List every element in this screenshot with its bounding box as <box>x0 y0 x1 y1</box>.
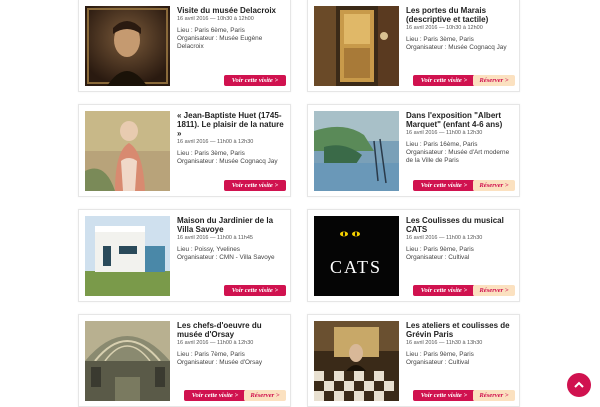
reserve-button[interactable]: Réserver > <box>473 75 515 86</box>
view-visit-button[interactable]: Voir cette visite > <box>224 180 286 191</box>
event-thumbnail-grevin[interactable] <box>314 321 399 401</box>
view-visit-button[interactable]: Voir cette visite > <box>184 390 246 401</box>
event-thumbnail-villa-savoye[interactable] <box>85 216 170 296</box>
event-card: Les chefs-d'oeuvre du musée d'Orsay 16 a… <box>78 314 291 407</box>
event-date: 16 avril 2016 — 11h00 à 12h30 <box>177 340 254 346</box>
event-title[interactable]: Visite du musée Delacroix <box>177 6 289 15</box>
event-thumbnail-marquet-painting[interactable] <box>314 111 399 191</box>
event-title[interactable]: « Jean-Baptiste Huet (1745-1811). Le pla… <box>177 111 289 138</box>
event-card: « Jean-Baptiste Huet (1745-1811). Le pla… <box>78 104 291 197</box>
scroll-to-top-button[interactable] <box>567 373 591 397</box>
event-date: 16 avril 2016 — 11h30 à 13h30 <box>406 340 483 346</box>
reserve-button[interactable]: Réserver > <box>473 285 515 296</box>
event-thumbnail-delacroix-portrait[interactable] <box>85 6 170 86</box>
event-card: Les portes du Marais (descriptive et tac… <box>307 0 520 92</box>
event-title[interactable]: Dans l'exposition "Albert Marquet" (enfa… <box>406 111 518 129</box>
event-location: Lieu : Paris 9ème, Paris <box>406 246 474 253</box>
event-card: Les ateliers et coulisses de Grévin Pari… <box>307 314 520 407</box>
event-date: 16 avril 2016 — 10h30 à 12h00 <box>177 16 254 22</box>
view-visit-button[interactable]: Voir cette visite > <box>413 75 475 86</box>
event-organizer: Organisateur : Musée Cognacq Jay <box>177 158 278 165</box>
event-thumbnail-cats-musical[interactable]: CATS <box>314 216 399 296</box>
event-title[interactable]: Les ateliers et coulisses de Grévin Pari… <box>406 321 518 339</box>
event-thumbnail-huet-painting[interactable] <box>85 111 170 191</box>
view-visit-button[interactable]: Voir cette visite > <box>224 285 286 296</box>
chevron-up-icon <box>574 381 584 388</box>
view-visit-button[interactable]: Voir cette visite > <box>224 75 286 86</box>
event-thumbnail-marais-doors[interactable] <box>314 6 399 86</box>
event-location: Lieu : Paris 3ème, Paris <box>177 150 245 157</box>
view-visit-button[interactable]: Voir cette visite > <box>413 180 475 191</box>
event-card: Visite du musée Delacroix 16 avril 2016 … <box>78 0 291 92</box>
event-date: 16 avril 2016 — 10h30 à 12h00 <box>406 25 483 31</box>
event-location: Lieu : Poissy, Yvelines <box>177 246 240 253</box>
event-title[interactable]: Les chefs-d'oeuvre du musée d'Orsay <box>177 321 289 339</box>
event-location: Lieu : Paris 16ème, Paris <box>406 141 478 148</box>
event-title[interactable]: Les portes du Marais (descriptive et tac… <box>406 6 518 24</box>
event-organizer: Organisateur : CMN - Villa Savoye <box>177 254 275 261</box>
view-visit-button[interactable]: Voir cette visite > <box>413 285 475 296</box>
event-organizer: Organisateur : Musée d'Orsay <box>177 359 263 366</box>
event-thumbnail-orsay[interactable] <box>85 321 170 401</box>
event-organizer: Organisateur : Cultival <box>406 254 470 261</box>
event-location: Lieu : Paris 6ème, Paris <box>177 27 245 34</box>
event-date: 16 avril 2016 — 11h00 à 12h30 <box>406 130 483 136</box>
event-date: 16 avril 2016 — 11h00 à 11h45 <box>177 235 253 241</box>
event-location: Lieu : Paris 9ème, Paris <box>406 351 474 358</box>
view-visit-button[interactable]: Voir cette visite > <box>413 390 475 401</box>
reserve-button[interactable]: Réserver > <box>473 390 515 401</box>
event-organizer: Organisateur : Musée Eugène Delacroix <box>177 35 263 50</box>
event-location: Lieu : Paris 7ème, Paris <box>177 351 245 358</box>
event-date: 16 avril 2016 — 11h00 à 12h30 <box>177 139 254 145</box>
event-title[interactable]: Les Coulisses du musical CATS <box>406 216 518 234</box>
event-title[interactable]: Maison du Jardinier de la Villa Savoye <box>177 216 289 234</box>
event-card: Dans l'exposition "Albert Marquet" (enfa… <box>307 104 520 197</box>
cats-logo: CATS <box>330 257 382 277</box>
event-card: CATS Les Coulisses du musical CATS 16 av… <box>307 209 520 302</box>
event-location: Lieu : Paris 3ème, Paris <box>406 36 474 43</box>
reserve-button[interactable]: Réserver > <box>473 180 515 191</box>
event-organizer: Organisateur : Musée Cognacq Jay <box>406 44 507 51</box>
event-organizer: Organisateur : Cultival <box>406 359 470 366</box>
event-card: Maison du Jardinier de la Villa Savoye 1… <box>78 209 291 302</box>
reserve-button[interactable]: Réserver > <box>244 390 286 401</box>
event-organizer: Organisateur : Musée d'Art moderne de la… <box>406 149 510 164</box>
event-date: 16 avril 2016 — 11h00 à 12h30 <box>406 235 483 241</box>
